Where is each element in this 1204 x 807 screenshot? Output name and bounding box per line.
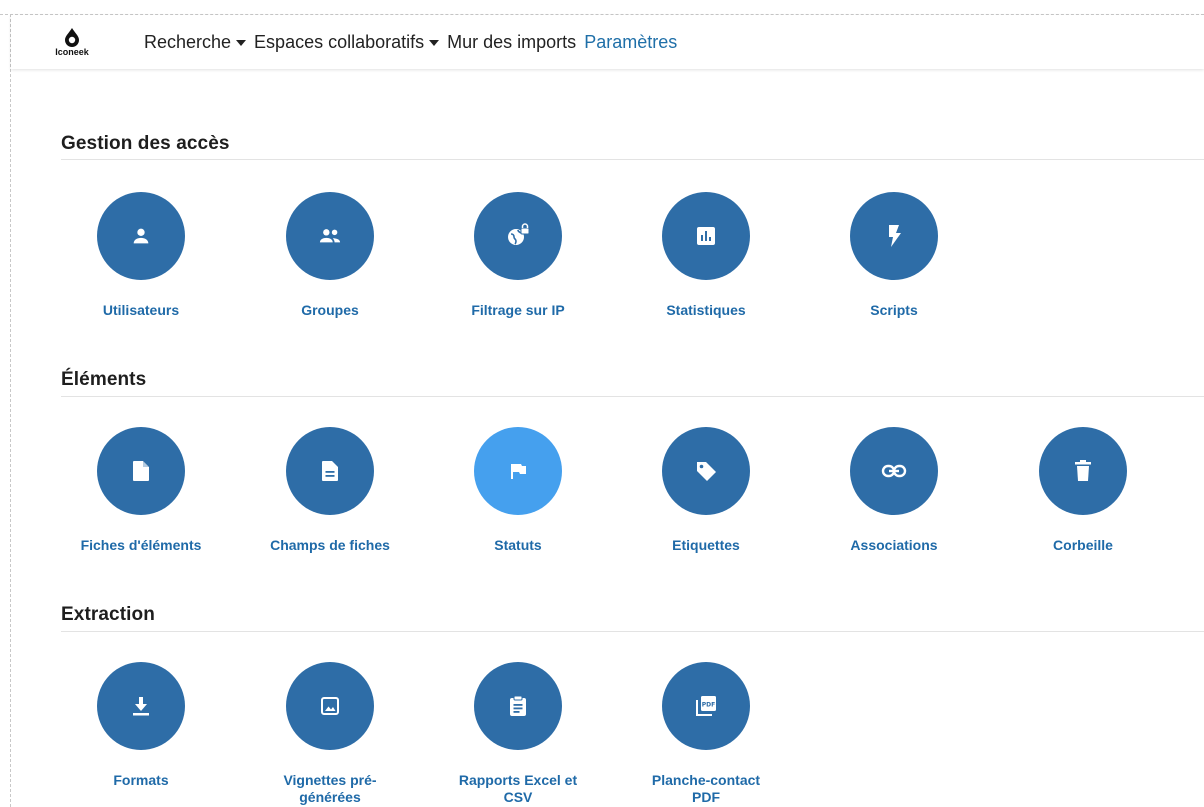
tile-circle [286,662,374,750]
tile-circle: PDF [662,662,750,750]
tile-circle [474,192,562,280]
tile-label: Statistiques [666,302,746,318]
file-icon [133,461,149,481]
download-icon [133,697,149,716]
user-icon [133,228,149,244]
tile-circle [97,427,185,515]
tile-rapports[interactable]: Rapports Excel et CSV [438,662,598,806]
tile-label: Filtrage sur IP [471,302,565,318]
tag-icon [697,462,716,481]
section-title-acces: Gestion des accès [61,133,230,154]
tile-circle [662,427,750,515]
top-navbar: Iconeek Recherche Espaces collaboratifs … [11,15,1204,69]
tile-groupes[interactable]: Groupes [250,192,410,319]
nav-mur-label: Mur des imports [447,31,577,52]
tile-statistiques[interactable]: Statistiques [626,192,786,319]
bolt-icon [889,225,901,247]
section-divider [61,631,1204,632]
tile-label: Etiquettes [672,537,740,553]
tile-label: Groupes [301,302,359,318]
tile-label: Associations [850,537,938,553]
tile-circle [850,427,938,515]
tile-label: Planche-contact PDF [651,772,761,805]
file-text-icon [322,461,338,481]
tile-label: Fiches d'éléments [80,537,202,553]
tile-circle [662,192,750,280]
tile-circle [1039,427,1127,515]
tile-label: Champs de fiches [270,537,390,553]
tile-etiquettes[interactable]: Etiquettes [626,427,786,554]
tile-statuts[interactable]: Statuts [438,427,598,554]
tile-label: Utilisateurs [102,302,180,318]
tile-scripts[interactable]: Scripts [814,192,974,319]
drop-icon [65,28,79,47]
tile-associations[interactable]: Associations [814,427,974,554]
main-nav: Recherche Espaces collaboratifs Mur des … [144,15,685,69]
tile-planche-contact[interactable]: PDF Planche-contact PDF [626,662,786,806]
frame-border-left [10,14,11,807]
nav-recherche-label: Recherche [144,31,232,52]
tile-vignettes[interactable]: Vignettes pré-générées [250,662,410,806]
image-icon [321,697,339,715]
tile-fiches-elements[interactable]: Fiches d'éléments [61,427,221,554]
tile-circle [286,192,374,280]
group-icon [319,229,341,243]
tile-circle [286,427,374,515]
caret-down-icon [429,40,440,46]
nav-recherche[interactable]: Recherche [144,31,247,53]
tile-label: Rapports Excel et CSV [458,772,578,805]
section-divider [61,159,1204,160]
tile-label: Formats [113,772,169,788]
caret-down-icon [236,40,247,46]
nav-parametres[interactable]: Paramètres [584,32,677,53]
tile-utilisateurs[interactable]: Utilisateurs [61,192,221,319]
pdf-icon: PDF [696,696,716,716]
trash-icon [1075,460,1091,481]
tile-circle [850,192,938,280]
tile-filtrage-ip[interactable]: Filtrage sur IP [438,192,598,319]
section-divider [61,396,1204,397]
tile-corbeille[interactable]: Corbeille [1003,427,1163,554]
nav-parametres-label: Paramètres [584,31,678,52]
section-title-extraction: Extraction [61,604,155,625]
tile-formats[interactable]: Formats [61,662,221,789]
brand-name: Iconeek [55,47,89,57]
flag-icon [511,464,526,479]
tile-label: Corbeille [1053,537,1113,553]
nav-espaces-collaboratifs[interactable]: Espaces collaboratifs [254,31,440,53]
tile-circle [474,662,562,750]
tile-circle [97,192,185,280]
tile-circle-highlighted [474,427,562,515]
globe-lock-icon [508,223,530,245]
tile-circle [97,662,185,750]
svg-text:PDF: PDF [702,702,715,709]
brand-logo[interactable]: Iconeek [47,24,97,64]
bar-chart-icon [697,227,715,245]
nav-espaces-label: Espaces collaboratifs [254,31,425,52]
tile-label: Statuts [494,537,542,553]
nav-mur-des-imports[interactable]: Mur des imports [447,32,576,53]
link-icon [881,464,907,478]
tile-label: Vignettes pré-générées [283,772,377,805]
clipboard-icon [510,695,526,716]
tile-champs-fiches[interactable]: Champs de fiches [250,427,410,554]
tile-label: Scripts [870,302,918,318]
section-title-elements: Éléments [61,369,147,390]
